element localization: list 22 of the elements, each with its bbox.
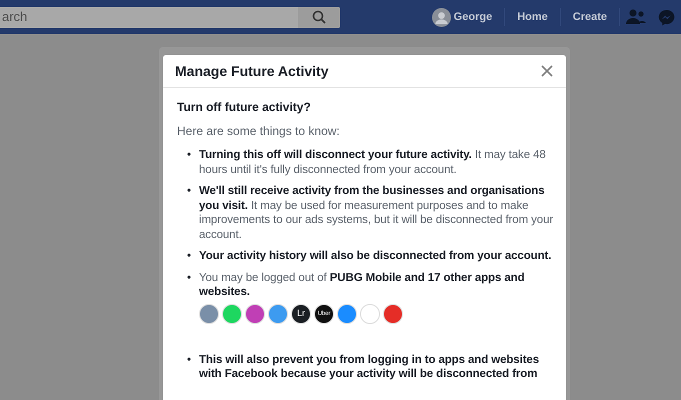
bullet-mark: • [187,184,192,199]
intro-text: Here are some things to know: [177,124,341,138]
bullet-mark: • [187,148,192,163]
bullet-mark: • [187,352,192,368]
info-text: You may be logged out of PUBG Mobile and 17 other apps and websites. [199,270,526,300]
close-button[interactable] [540,64,554,78]
search-icon [312,10,326,24]
profile-link[interactable]: George [420,8,504,26]
nav-link[interactable]: Home [505,8,560,26]
info-text: We'll still receive activity from the businesses and organisations you visit. It may be used for measurement purposes and to make improvements to our ads systems, but it will be disconnected from your account. [199,184,554,242]
dialog-heading: Turn off future activity? [177,100,312,114]
bullet-mark: • [187,249,192,264]
search-button[interactable] [298,6,340,28]
app-icon: Lr [291,304,311,324]
nav-link[interactable]: Create [560,8,619,26]
info-text: Turning this off will disconnect your future activity. It may take 48 hours until it's fully disconnected from your account. [199,148,547,177]
avatar-icon [432,8,451,26]
info-text: Your activity history will also be disconnected from your account. [199,249,552,264]
close-icon [540,64,554,78]
dialog-title: Manage Future Activity [175,62,329,81]
info-text: This will also prevent you from logging in to apps and websites with Facebook because your activity will be disconnected from [199,352,540,382]
bullet-mark: • [187,270,192,286]
